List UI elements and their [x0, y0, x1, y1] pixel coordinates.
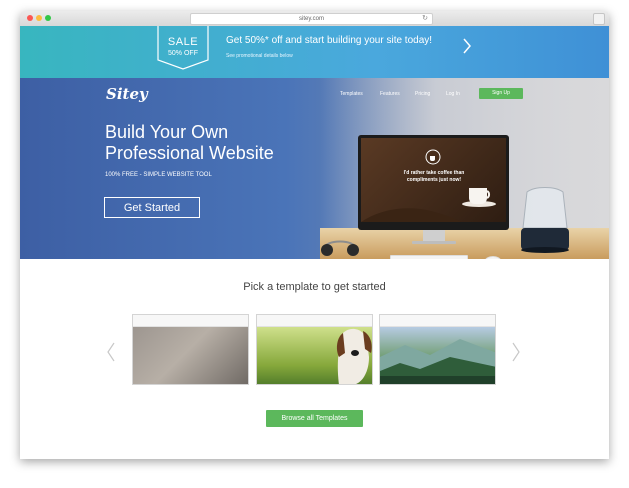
- templates-section: Pick a template to get started Browse al…: [20, 259, 609, 459]
- speaker-icon: [521, 187, 569, 253]
- new-tab-button[interactable]: [593, 13, 605, 25]
- reload-icon[interactable]: ↻: [422, 14, 428, 24]
- coffee-logo-icon: [425, 149, 441, 165]
- template-preview-image: [133, 327, 248, 384]
- sign-up-button[interactable]: Sign Up: [479, 88, 523, 99]
- nav-templates[interactable]: Templates: [340, 91, 363, 97]
- address-url: sitey.com: [299, 16, 324, 22]
- template-nav-bar: [380, 315, 495, 327]
- minimize-window-icon[interactable]: [36, 15, 42, 21]
- template-thumbnail[interactable]: [379, 314, 496, 385]
- template-thumbnail[interactable]: [132, 314, 249, 385]
- nav-log-in[interactable]: Log In: [446, 91, 460, 97]
- sale-badge-discount: 50% OFF: [168, 50, 198, 57]
- hero-section: Sitey Templates Features Pricing Log In …: [20, 78, 609, 259]
- address-bar[interactable]: sitey.com ↻: [190, 13, 433, 25]
- chevron-left-icon[interactable]: [106, 342, 116, 362]
- zoom-window-icon[interactable]: [45, 15, 51, 21]
- coffee-beans-icon: [361, 208, 461, 222]
- chevron-right-icon[interactable]: [462, 38, 472, 54]
- landscape-photo-icon: [380, 339, 495, 384]
- templates-heading: Pick a template to get started: [243, 281, 386, 293]
- browser-chrome: sitey.com ↻: [20, 11, 609, 27]
- promo-title[interactable]: Get 50%* off and start building your sit…: [226, 35, 432, 46]
- template-nav-bar: [133, 315, 248, 327]
- get-started-button[interactable]: Get Started: [104, 197, 200, 218]
- browser-window: sitey.com ↻ SALE 50% OFF Get 50%* off an…: [20, 11, 609, 459]
- template-nav-bar: [257, 315, 372, 327]
- nav-features[interactable]: Features: [380, 91, 400, 97]
- hero-subtitle: 100% FREE - SIMPLE WEBSITE TOOL: [105, 172, 212, 178]
- browse-templates-button[interactable]: Browse all Templates: [266, 410, 363, 427]
- promo-banner[interactable]: SALE 50% OFF Get 50%* off and start buil…: [20, 26, 609, 78]
- headphones-icon: [321, 240, 359, 256]
- dog-photo-icon: [336, 328, 372, 384]
- coffee-cup-icon: [462, 188, 496, 207]
- monitor-base: [412, 241, 456, 244]
- promo-details-link[interactable]: See promotional details below: [226, 53, 293, 59]
- close-window-icon[interactable]: [27, 15, 33, 21]
- hero-title: Build Your Own Professional Website: [105, 122, 274, 163]
- sale-badge-icon: [157, 26, 209, 70]
- nav-pricing[interactable]: Pricing: [415, 91, 430, 97]
- template-thumbnail[interactable]: [256, 314, 373, 385]
- chevron-right-icon[interactable]: [511, 342, 521, 362]
- sale-badge-title: SALE: [167, 36, 199, 48]
- site-logo[interactable]: Sitey: [106, 85, 148, 103]
